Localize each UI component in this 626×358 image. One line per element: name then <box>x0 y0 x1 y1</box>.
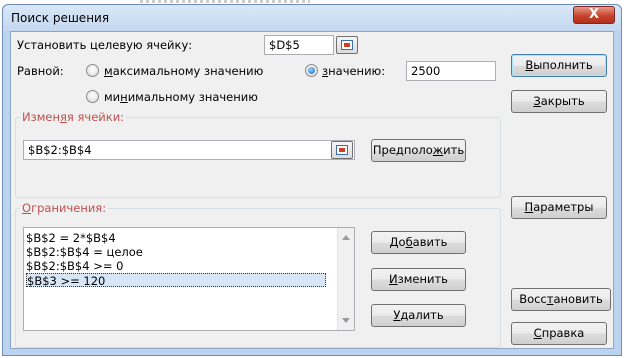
scroll-down-icon[interactable] <box>342 318 350 323</box>
dialog-client-area: Установить целевую ячейку: $D$5 Равной: … <box>10 31 614 349</box>
guess-button[interactable]: Предположить <box>371 139 466 162</box>
changing-cells-input[interactable]: $B$2:$B$4 <box>23 140 355 160</box>
constraints-scrollbar[interactable] <box>337 228 354 330</box>
range-select-icon <box>341 40 353 50</box>
help-button[interactable]: Справка <box>511 322 607 345</box>
solve-button[interactable]: Выполнить <box>511 54 607 77</box>
range-select-icon <box>336 145 348 155</box>
constraint-item[interactable]: $B$2 = 2*$B$4 <box>26 231 116 245</box>
scroll-up-icon[interactable] <box>342 235 350 240</box>
changing-cells-label: Изменяя ячейки: <box>20 110 127 124</box>
dialog-title: Поиск решения <box>11 11 110 25</box>
constraint-item[interactable]: $B$2:$B$4 >= 0 <box>26 259 123 273</box>
change-constraint-button[interactable]: Изменить <box>371 268 466 291</box>
target-cell-label: Установить целевую ячейку: <box>17 38 193 52</box>
constraint-item-selected[interactable]: $B$3 >= 120 <box>26 273 326 288</box>
changing-cells-value: $B$2:$B$4 <box>28 143 92 157</box>
radio-value-of[interactable] <box>305 64 318 77</box>
value-of-input[interactable]: 2500 <box>406 61 496 81</box>
close-icon: X <box>588 7 600 22</box>
radio-max-label[interactable]: максимальному значению <box>104 64 263 78</box>
close-button[interactable]: X <box>573 6 615 24</box>
solver-dialog: Поиск решения X Установить целевую ячейк… <box>2 4 622 356</box>
delete-constraint-button[interactable]: Удалить <box>371 304 466 327</box>
target-cell-ref-button[interactable] <box>336 36 358 54</box>
value-of-value: 2500 <box>411 64 441 78</box>
background-text-ghost <box>140 0 310 3</box>
title-bar: Поиск решения X <box>3 5 621 31</box>
radio-value-of-label[interactable]: значению: <box>322 64 385 78</box>
reset-all-button[interactable]: Восстановить <box>511 288 611 311</box>
options-button[interactable]: Параметры <box>511 196 607 219</box>
radio-min[interactable] <box>86 90 99 103</box>
radio-min-label[interactable]: минимальному значению <box>104 90 258 104</box>
equal-to-label: Равной: <box>17 64 64 78</box>
constraints-list[interactable]: $B$2 = 2*$B$4 $B$2:$B$4 = целое $B$2:$B$… <box>23 227 355 331</box>
radio-max[interactable] <box>86 64 99 77</box>
constraint-item[interactable]: $B$2:$B$4 = целое <box>26 245 143 259</box>
close-dialog-button[interactable]: Закрыть <box>511 90 607 113</box>
target-cell-input[interactable]: $D$5 <box>264 35 334 55</box>
add-constraint-button[interactable]: Добавить <box>371 231 466 254</box>
changing-cells-ref-button[interactable] <box>331 141 353 159</box>
constraints-label: Ограничения: <box>20 201 109 215</box>
target-cell-value: $D$5 <box>269 38 300 52</box>
